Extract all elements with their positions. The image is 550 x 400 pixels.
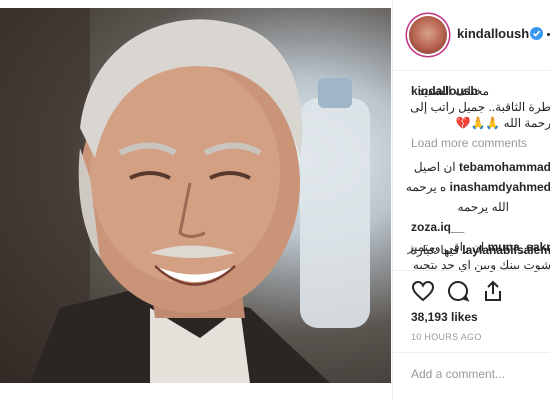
comment-username[interactable]: tebamohammad: [459, 160, 550, 174]
post-photo[interactable]: [0, 8, 391, 383]
timestamp: 10 HOURS AGO: [411, 332, 482, 342]
load-more-comments-link[interactable]: Load more comments: [411, 136, 527, 150]
action-bar: [393, 270, 550, 311]
comment-username[interactable]: inashamdyahmed: [450, 180, 550, 194]
post-sidebar: kindalloush مختلف الشديد kindalloush طرة…: [392, 0, 550, 400]
caption-username[interactable]: kindalloush: [411, 84, 550, 99]
comment-row: tebamohammad ان اصيل: [414, 160, 550, 175]
comment-icon[interactable]: [446, 279, 470, 308]
comment-text: ان اصيل: [413, 160, 456, 174]
likes-count[interactable]: 38,193 likes: [411, 310, 478, 324]
comment-row: inashamdyahmed ه يرحمه: [406, 180, 550, 195]
caption-line-2: طرة الثاقبة.. جميل راتب إلى: [410, 100, 550, 114]
portrait-illustration: [0, 8, 370, 383]
add-comment-area: Add a comment...: [393, 352, 550, 400]
comment-username[interactable]: zoza.iq__: [411, 220, 550, 235]
comment-text: ه يرحمه: [405, 180, 447, 194]
comment-username[interactable]: laylanabilsalem: [462, 243, 550, 257]
comments-list: مختلف الشديد kindalloush طرة الثاقبة.. ج…: [393, 70, 550, 268]
heart-icon[interactable]: [411, 279, 435, 308]
comment-text: الله يرحمه: [457, 200, 509, 214]
post-header: kindalloush: [393, 0, 550, 71]
caption-line-3: رحمة الله 🙏🙏💔: [455, 116, 550, 130]
share-icon[interactable]: [481, 279, 505, 308]
comment-row: laylanabilsalem فيها عبارة: [411, 243, 550, 258]
verified-badge-icon: [530, 27, 543, 40]
comment-text: فيها عبارة: [410, 243, 459, 257]
add-comment-input[interactable]: Add a comment...: [411, 367, 505, 381]
username-link[interactable]: kindalloush: [457, 26, 529, 41]
post-photo-area: [0, 0, 391, 400]
avatar[interactable]: [409, 16, 447, 54]
